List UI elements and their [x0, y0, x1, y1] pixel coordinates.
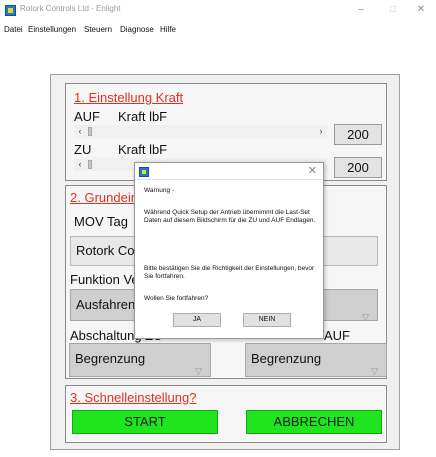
- chevron-down-icon: ▽: [195, 366, 202, 376]
- mov-tag-label: MOV Tag: [74, 214, 128, 229]
- warning-dialog: ✕ Warnung - Während Quick Setup der Antr…: [134, 162, 324, 339]
- auf-force-slider[interactable]: ‹ ›: [74, 125, 327, 138]
- zu-kraft-label: Kraft lbF: [118, 142, 168, 157]
- dialog-question: Wollen Sie fortfahren?: [144, 295, 209, 302]
- no-button[interactable]: NEIN: [243, 313, 291, 327]
- dialog-title: Warnung -: [144, 187, 175, 194]
- menu-einstellungen[interactable]: Einstellungen: [28, 25, 76, 34]
- dialog-message: Während Quick Setup der Antrieb übernimm…: [144, 209, 316, 224]
- scroll-left-icon[interactable]: ‹: [74, 158, 86, 171]
- auf-shutoff-dropdown[interactable]: Begrenzung ▽: [245, 343, 387, 377]
- auf-label: AUF: [74, 109, 100, 124]
- close-button[interactable]: ✕: [406, 2, 436, 18]
- quick-setup-section: 3. Schnelleinstellung? START ABBRECHEN: [65, 385, 387, 443]
- menu-diagnose[interactable]: Diagnose: [120, 25, 154, 34]
- dialog-divider: [135, 179, 323, 180]
- chevron-down-icon: ▽: [362, 312, 369, 321]
- auf-slider-thumb[interactable]: [88, 127, 92, 136]
- dialog-close-button[interactable]: ✕: [308, 164, 317, 177]
- auf-force-value[interactable]: 200: [334, 124, 382, 145]
- maximize-button[interactable]: □: [378, 2, 408, 18]
- auf-kraft-label: Kraft lbF: [118, 109, 168, 124]
- scroll-right-icon[interactable]: ›: [315, 125, 327, 138]
- zu-shutoff-value: Begrenzung: [75, 351, 146, 366]
- scroll-left-icon[interactable]: ‹: [74, 125, 86, 138]
- window-title: Rotork Controls Ltd - Enlight: [20, 4, 121, 13]
- zu-force-value[interactable]: 200: [334, 157, 382, 178]
- zu-label: ZU: [74, 142, 92, 157]
- cancel-button[interactable]: ABBRECHEN: [246, 410, 382, 434]
- chevron-down-icon: ▽: [371, 366, 378, 376]
- section1-title: 1. Einstellung Kraft: [74, 90, 184, 105]
- start-button[interactable]: START: [72, 410, 218, 434]
- zu-shutoff-dropdown[interactable]: Begrenzung ▽: [69, 343, 211, 377]
- zu-slider-thumb[interactable]: [88, 160, 92, 169]
- abschaltung-auf-label: AUF: [324, 328, 350, 343]
- menu-bar: Datei Einstellungen Steuern Diagnose Hil…: [0, 22, 436, 38]
- auf-shutoff-value: Begrenzung: [251, 351, 322, 366]
- minimize-button[interactable]: –: [346, 2, 376, 18]
- menu-datei[interactable]: Datei: [4, 25, 23, 34]
- funktion-value: Ausfahren: [76, 297, 136, 312]
- title-bar: Rotork Controls Ltd - Enlight – □ ✕: [0, 0, 436, 22]
- section3-title: 3. Schnelleinstellung?: [70, 390, 197, 405]
- menu-steuern[interactable]: Steuern: [84, 25, 112, 34]
- menu-hilfe[interactable]: Hilfe: [160, 25, 176, 34]
- yes-button[interactable]: JA: [173, 313, 221, 327]
- app-icon: [139, 167, 149, 177]
- dialog-confirm-message: Bitte bestätigen Sie die Richtigkeit der…: [144, 265, 315, 280]
- app-icon: [5, 5, 16, 16]
